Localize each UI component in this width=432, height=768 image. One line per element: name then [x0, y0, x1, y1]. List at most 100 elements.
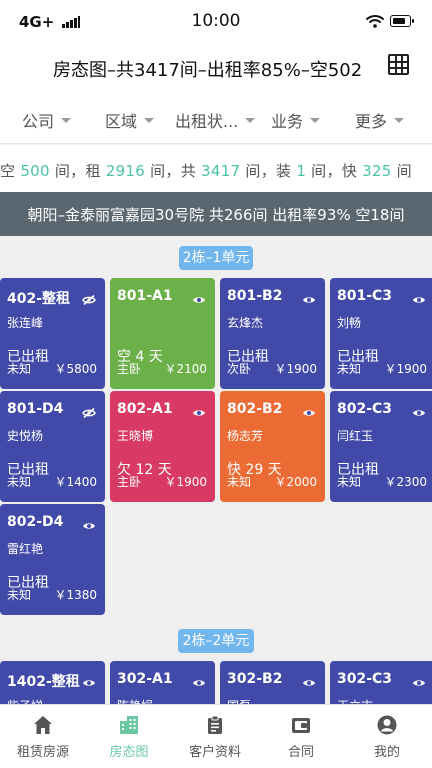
filter-business[interactable]: 业务	[271, 108, 321, 132]
tab-listings[interactable]: 租赁房源	[0, 705, 86, 768]
tenant-name: 刘畅	[337, 316, 362, 330]
room-card[interactable]: 802-A1 王晓博欠 12 天主卧 ￥1900	[110, 391, 215, 502]
room-card[interactable]: 302-C3 王立志	[330, 661, 432, 704]
room-price: ￥2100	[164, 362, 207, 376]
tenant-name: 柴子娣	[7, 697, 43, 704]
room-number: 302-A1	[117, 671, 173, 687]
tab-label: 客户资料	[188, 745, 241, 760]
tab-contracts[interactable]: 合同	[258, 705, 344, 768]
room-price: ￥1380	[54, 588, 97, 602]
room-card[interactable]: 402-整租 张连峰 已出租 未知 ￥5800	[0, 278, 105, 389]
app-screen: 4G+ 10:00 房态图–共3417间–出租率85%–空502 公司 区域 出…	[0, 0, 432, 768]
building-icon	[120, 716, 138, 734]
header: 房态图–共3417间–出租率85%–空502	[0, 44, 432, 92]
room-card[interactable]: 801-D4 史悦杨 已出租 未知 ￥1400	[0, 391, 105, 502]
room-price: ￥2000	[274, 475, 317, 489]
caret-down-icon	[61, 118, 72, 123]
filter-company[interactable]: 公司	[22, 108, 72, 132]
room-card[interactable]: 1402-整租柴子娣	[0, 661, 105, 704]
room-card[interactable]: 302-B2 国磊	[220, 661, 325, 704]
tenant-name: 史悦杨	[7, 429, 44, 443]
eye-icon[interactable]	[82, 516, 96, 529]
tenant-name: 玄烽杰	[227, 316, 264, 330]
page-title: 房态图–共3417间–出租率85%–空502	[53, 60, 363, 81]
room-number: 801-B2	[227, 288, 283, 304]
eye-icon[interactable]	[192, 673, 206, 686]
tenant-name: 王晓博	[117, 429, 154, 443]
room-number: 802-B2	[227, 401, 283, 417]
caret-down-icon	[245, 118, 256, 123]
room-number: 801-A1	[117, 288, 173, 304]
unit-label: 2栋–2单元	[178, 629, 254, 653]
grid-view-icon[interactable]	[388, 54, 409, 75]
summary-label: 间，租	[54, 162, 101, 180]
room-price: ￥1400	[54, 475, 97, 489]
filter-more[interactable]: 更多	[355, 108, 405, 132]
battery-icon	[390, 15, 414, 27]
room-card[interactable]: 801-C3 刘畅 已出租 未知 ￥1900	[330, 278, 432, 389]
eye-icon[interactable]	[82, 673, 96, 686]
room-price: ￥1900	[384, 362, 427, 376]
home-icon	[34, 716, 52, 734]
eye-icon[interactable]	[302, 290, 316, 303]
room-type: 次卧	[227, 362, 252, 376]
eye-off-icon[interactable]	[82, 290, 96, 306]
summary-label: 间	[396, 162, 412, 180]
filter-bar: 公司 区域 出租状... 业务 更多	[0, 92, 432, 144]
eye-icon[interactable]	[412, 673, 426, 686]
room-card[interactable]: 801-A1 空 4 天主卧 ￥2100	[110, 278, 215, 389]
tab-label: 合同	[287, 745, 314, 760]
filter-label: 出租状...	[175, 112, 239, 131]
room-type: 未知	[7, 475, 32, 489]
caret-down-icon	[144, 118, 155, 123]
room-card[interactable]: 801-B2 玄烽杰 已出租 次卧 ￥1900	[220, 278, 325, 389]
room-price: ￥1900	[274, 362, 317, 376]
filter-label: 业务	[271, 112, 304, 131]
room-card[interactable]: 802-D4 雷红艳 已出租 未知 ￥1380	[0, 504, 105, 615]
eye-icon[interactable]	[412, 290, 426, 303]
tenant-name: 王立志	[337, 697, 373, 704]
room-card[interactable]: 302-A1 陈艳娟	[110, 661, 215, 704]
user-icon	[377, 715, 397, 735]
room-board[interactable]: 2栋–1单元 402-整租 张连峰 已出租 未知 ￥5800 801-A1 空 4 天主卧 ￥2…	[0, 236, 432, 704]
renovating-count: 1	[296, 162, 307, 180]
tenant-name: 闫红玉	[337, 429, 374, 443]
summary-label: 间，装	[245, 162, 292, 180]
vacant-count: 500	[20, 162, 50, 180]
filter-label: 区域	[105, 112, 138, 131]
summary-label: 空	[0, 162, 16, 180]
eye-off-icon[interactable]	[82, 403, 96, 419]
filter-region[interactable]: 区域	[105, 108, 155, 132]
tab-room-status[interactable]: 房态图	[86, 705, 172, 768]
tenant-name: 国磊	[227, 697, 251, 704]
complex-header[interactable]: 朝阳–金泰丽富嘉园30号院 共266间 出租率93% 空18间	[0, 192, 432, 236]
eye-icon[interactable]	[192, 403, 206, 416]
room-card[interactable]: 802-C3 闫红玉 已出租 未知 ￥2300	[330, 391, 432, 502]
caret-down-icon	[310, 118, 321, 123]
wallet-icon	[292, 718, 310, 733]
room-number: 801-D4	[7, 401, 64, 417]
room-price: ￥5800	[54, 362, 97, 376]
tab-profile[interactable]: 我的	[344, 705, 430, 768]
tenant-name: 雷红艳	[7, 542, 44, 556]
tenant-name: 张连峰	[7, 316, 44, 330]
clipboard-icon	[208, 715, 222, 734]
wifi-icon	[366, 15, 384, 28]
room-number: 802-A1	[117, 401, 173, 417]
tab-bar: 租赁房源 房态图 客户资料 合同 我的	[0, 704, 432, 768]
room-number: 302-B2	[227, 671, 283, 687]
summary-label: 间，共	[150, 162, 197, 180]
room-number: 801-C3	[337, 288, 393, 304]
tab-label: 租赁房源	[16, 745, 69, 760]
eye-icon[interactable]	[302, 673, 316, 686]
eye-icon[interactable]	[302, 403, 316, 416]
summary-bar: 空 500 间，租 2916 间，共 3417 间，装 1 间，快 325 间	[0, 145, 432, 192]
eye-icon[interactable]	[192, 290, 206, 303]
room-number: 402-整租	[7, 291, 71, 307]
eye-icon[interactable]	[412, 403, 426, 416]
filter-rent-status[interactable]: 出租状...	[175, 108, 256, 132]
summary-label: 间，快	[311, 162, 358, 180]
tab-customers[interactable]: 客户资料	[172, 705, 258, 768]
room-card[interactable]: 802-B2 杨志芳快 29 天未知 ￥2000	[220, 391, 325, 502]
tab-label: 房态图	[109, 745, 149, 760]
